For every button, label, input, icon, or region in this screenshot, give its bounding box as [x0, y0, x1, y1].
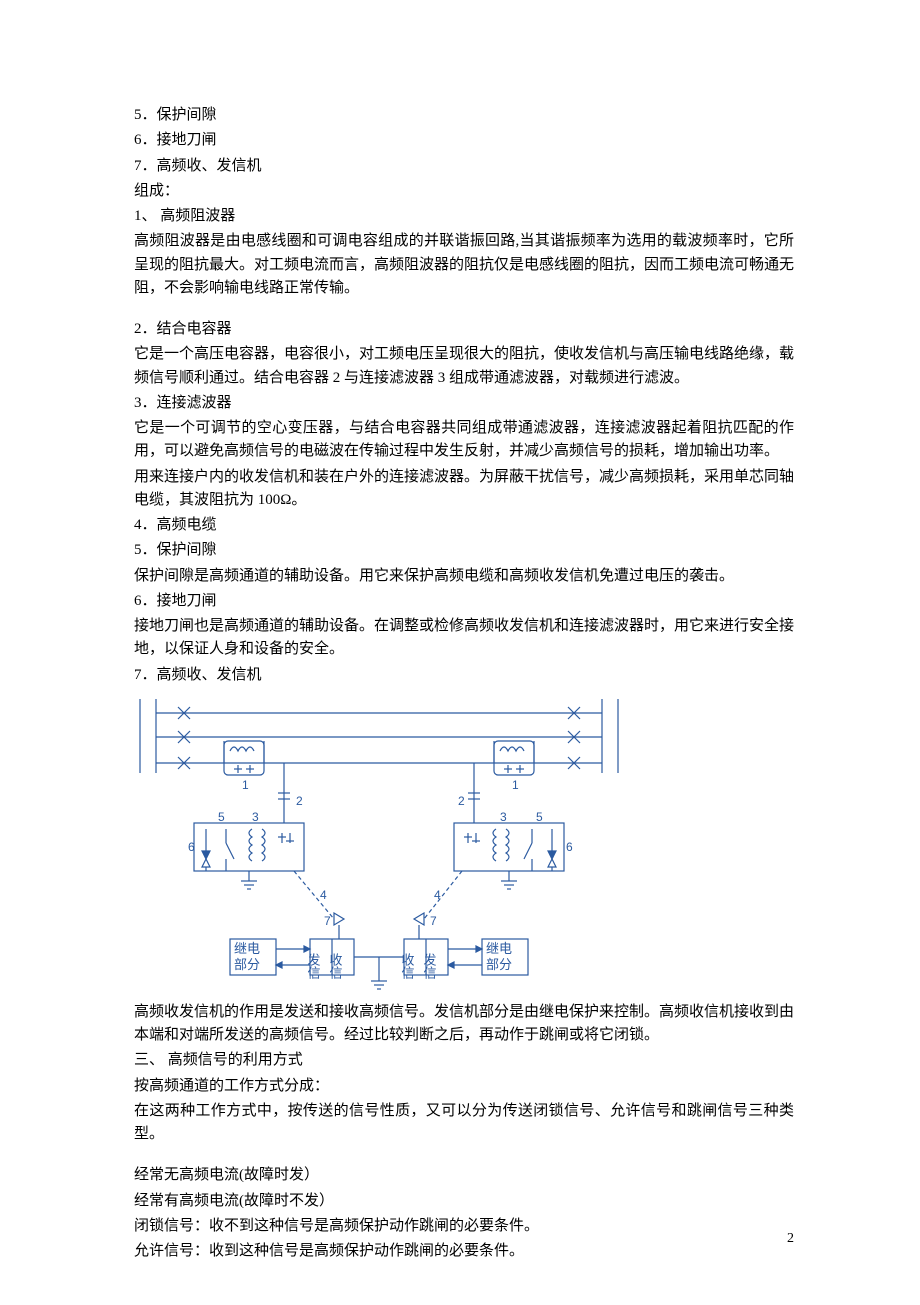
diagram-box-label: 部分 — [486, 957, 512, 972]
text-line: 5．保护间隙 — [134, 539, 794, 562]
diagram-label: 2 — [296, 794, 303, 808]
text-paragraph: 高频收发信机的作用是发送和接收高频信号。发信机部分是由继电保护来控制。高频收信机… — [134, 1001, 794, 1048]
diagram-label: 2 — [458, 794, 465, 808]
text-line: 经常有高频电流(故障时不发） — [134, 1190, 794, 1213]
text-line: 组成： — [134, 180, 794, 203]
text-paragraph: 它是一个可调节的空心变压器，与结合电容器共同组成带通滤波器，连接滤波器起着阻抗匹… — [134, 417, 794, 464]
diagram-label: 1 — [512, 778, 519, 792]
diagram-label: 5 — [536, 810, 543, 824]
text-line: 1、 高频阻波器 — [134, 205, 794, 228]
diagram-box-label: 发信 — [422, 952, 437, 979]
text-line: 闭锁信号：收不到这种信号是高频保护动作跳闸的必要条件。 — [134, 1215, 794, 1238]
diagram-box-label: 继电 — [234, 941, 260, 956]
diagram-box-label: 收信 — [328, 953, 343, 979]
diagram-label: 5 — [218, 810, 225, 824]
text-line: 6．接地刀闸 — [134, 590, 794, 613]
diagram-label: 6 — [188, 840, 195, 854]
text-line: 2．结合电容器 — [134, 318, 794, 341]
diagram-box-label: 发信 — [306, 952, 321, 979]
text-line: 7．高频收、发信机 — [134, 664, 794, 687]
text-paragraph: 在这两种工作方式中，按传送的信号性质，又可以分为传送闭锁信号、允许信号和跳闸信号… — [134, 1100, 794, 1147]
diagram-label: 3 — [252, 810, 259, 824]
text-paragraph: 它是一个高压电容器，电容很小，对工频电压呈现很大的阻抗，使收发信机与高压输电线路… — [134, 343, 794, 390]
text-line: 5．保护间隙 — [134, 104, 794, 127]
diagram-label: 6 — [566, 840, 573, 854]
text-line: 三、 高频信号的利用方式 — [134, 1049, 794, 1072]
text-line: 4．高频电缆 — [134, 514, 794, 537]
text-paragraph: 高频阻波器是由电感线圈和可调电容组成的并联谐振回路,当其谐振频率为选用的载波频率… — [134, 230, 794, 300]
circuit-svg: 1 1 2 2 6 6 5 5 3 3 4 4 7 7 继电 部分 继电 部分 — [134, 693, 624, 993]
diagram-box-label: 继电 — [486, 941, 512, 956]
text-line: 3．连接滤波器 — [134, 392, 794, 415]
text-line: 允许信号：收到这种信号是高频保护动作跳闸的必要条件。 — [134, 1240, 794, 1263]
text-line: 经常无高频电流(故障时发） — [134, 1164, 794, 1187]
diagram-label: 7 — [430, 914, 437, 928]
document-page: 5．保护间隙 6．接地刀闸 7．高频收、发信机 组成： 1、 高频阻波器 高频阻… — [0, 0, 920, 1305]
diagram-label: 4 — [320, 888, 327, 902]
diagram-label: 7 — [324, 914, 331, 928]
text-paragraph: 保护间隙是高频通道的辅助设备。用它来保护高频电缆和高频收发信机免遭过电压的袭击。 — [134, 565, 794, 588]
text-line: 7．高频收、发信机 — [134, 155, 794, 178]
diagram-label: 1 — [242, 778, 249, 792]
diagram-box-label: 收信 — [400, 953, 415, 979]
page-number: 2 — [787, 1228, 794, 1250]
diagram-label: 4 — [434, 888, 441, 902]
diagram-box-label: 部分 — [234, 957, 260, 972]
text-line: 按高频通道的工作方式分成： — [134, 1075, 794, 1098]
text-paragraph: 接地刀闸也是高频通道的辅助设备。在调整或检修高频收发信机和连接滤波器时，用它来进… — [134, 615, 794, 662]
circuit-diagram: 1 1 2 2 6 6 5 5 3 3 4 4 7 7 继电 部分 继电 部分 — [134, 693, 794, 993]
diagram-label: 3 — [500, 810, 507, 824]
text-paragraph: 用来连接户内的收发信机和装在户外的连接滤波器。为屏蔽干扰信号，减少高频损耗，采用… — [134, 466, 794, 513]
text-line: 6．接地刀闸 — [134, 129, 794, 152]
